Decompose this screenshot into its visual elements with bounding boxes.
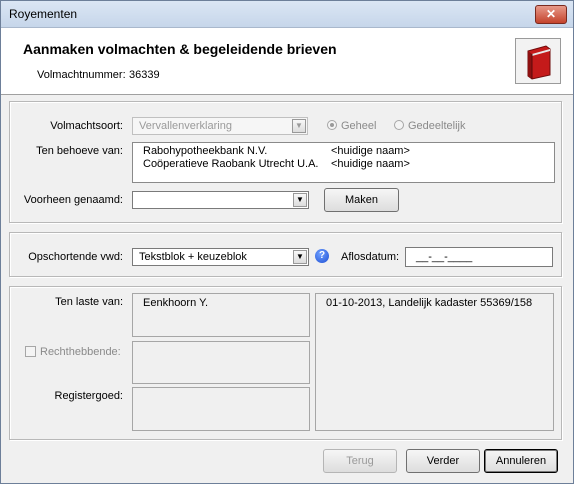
ten-laste-value: Eenkhoorn Y.: [143, 297, 209, 309]
title-bar: Royementen ✕: [1, 1, 573, 28]
list-item[interactable]: Coöperatieve Raobank Utrecht U.A.: [143, 158, 318, 170]
radio-gedeeltelijk[interactable]: [394, 120, 404, 130]
kadaster-panel: 01-10-2013, Landelijk kadaster 55369/158: [315, 293, 554, 431]
terug-button[interactable]: Terug: [323, 449, 397, 473]
kadaster-text: 01-10-2013, Landelijk kadaster 55369/158: [326, 297, 533, 309]
registergoed-field: [132, 387, 310, 431]
radio-geheel[interactable]: [327, 120, 337, 130]
close-icon: ✕: [545, 7, 557, 21]
chevron-down-icon: ▼: [293, 250, 307, 264]
list-item-note: <huidige naam>: [331, 145, 410, 157]
opschortende-value: Tekstblok + keuzeblok: [139, 251, 247, 263]
volmachtnummer-label: Volmachtnummer:: [37, 69, 126, 81]
list-item[interactable]: Rabohypotheekbank N.V.: [143, 145, 267, 157]
volmachtsoort-label: Volmachtsoort:: [50, 120, 123, 132]
chevron-down-icon: ▼: [293, 193, 307, 207]
list-item-note: <huidige naam>: [331, 158, 410, 170]
aflosdatum-value: __-__-____: [416, 251, 473, 263]
rechthebbende-field: [132, 341, 310, 384]
dialog-window: Royementen ✕ Aanmaken volmachten & begel…: [0, 0, 574, 484]
volmachtsoort-value: Vervallenverklaring: [139, 120, 232, 132]
aflosdatum-label: Aflosdatum:: [341, 251, 400, 263]
voorheen-select[interactable]: ▼: [132, 191, 309, 209]
ten-behoeve-list[interactable]: Rabohypotheekbank N.V. <huidige naam> Co…: [132, 142, 555, 183]
volmachtnummer-value: 36339: [129, 69, 160, 81]
dialog-header: Aanmaken volmachten & begeleidende briev…: [1, 28, 573, 95]
maken-button[interactable]: Maken: [324, 188, 399, 212]
close-button[interactable]: ✕: [535, 5, 567, 24]
annuleren-button[interactable]: Annuleren: [484, 449, 558, 473]
verder-button[interactable]: Verder: [406, 449, 480, 473]
red-book-icon: [515, 38, 561, 84]
ten-laste-label: Ten laste van:: [55, 296, 123, 308]
chevron-down-icon: ▼: [292, 119, 306, 133]
rechthebbende-checkbox[interactable]: [25, 346, 36, 357]
registergoed-label: Registergoed:: [54, 390, 124, 402]
ten-laste-field: Eenkhoorn Y.: [132, 293, 310, 337]
radio-geheel-label: Geheel: [341, 120, 377, 132]
list-item-name: Coöperatieve Raobank Utrecht U.A.: [143, 158, 319, 170]
help-icon[interactable]: ?: [315, 249, 329, 263]
opschortende-select[interactable]: Tekstblok + keuzeblok ▼: [132, 248, 309, 266]
radio-gedeeltelijk-label: Gedeeltelijk: [408, 120, 466, 132]
volmachtsoort-select[interactable]: Vervallenverklaring ▼: [132, 117, 308, 135]
aflosdatum-input[interactable]: __-__-____: [405, 247, 553, 267]
voorheen-label: Voorheen genaamd:: [23, 194, 123, 206]
window-title: Royementen: [9, 7, 78, 21]
rechthebbende-label: Rechthebbende:: [40, 346, 121, 358]
ten-behoeve-label: Ten behoeve van:: [36, 145, 123, 157]
opschortende-label: Opschortende vwd:: [28, 251, 123, 263]
list-item-name: Rabohypotheekbank N.V.: [143, 145, 268, 157]
page-title: Aanmaken volmachten & begeleidende briev…: [23, 41, 337, 57]
